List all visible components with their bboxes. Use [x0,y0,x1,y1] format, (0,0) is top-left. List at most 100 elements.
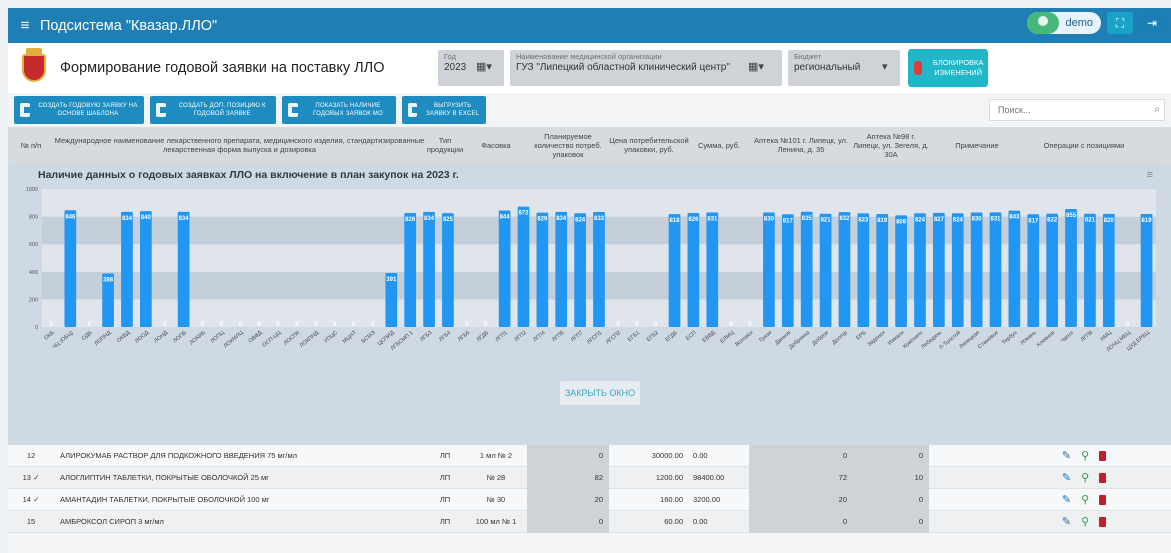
data-label: 833 [594,216,605,222]
cell-ops: ✎ ⚲ [1025,445,1143,467]
logout-button[interactable]: ⇥ [1139,12,1165,34]
cell-qty[interactable]: 0 [527,444,609,467]
fullscreen-button[interactable]: ⛶ [1107,12,1133,34]
cell-sum: 0.00 [693,517,708,526]
year-select[interactable]: Год 2023 ▦▾ [438,50,504,86]
cell-note[interactable] [929,445,1025,467]
add-position-button[interactable]: СОЗДАТЬ ДОП. ПОЗИЦИЮ К ГОДОВОЙ ЗАЯВКЕ [150,96,276,124]
bar [1084,213,1096,327]
data-label: 809 [896,219,907,225]
edit-pencil-icon[interactable]: ✎ [1062,471,1071,484]
search-icon[interactable]: ⌕ [1154,104,1160,115]
view-magnifier-icon[interactable]: ⚲ [1081,493,1089,506]
cell-apt2[interactable]: 0 [853,510,929,533]
col-num[interactable]: № п/п [8,141,54,150]
x-tick-label: ЛГП1 [495,330,509,343]
hand-stop-icon [914,61,923,75]
bar [64,210,77,327]
cell-note[interactable] [929,489,1025,511]
y-tick-label: 800 [29,215,38,221]
lock-changes-button[interactable]: БЛОКИРОВКА ИЗМЕНЕНИЙ [908,49,988,87]
col-qty[interactable]: Планируемое количество потреб. упаковок [527,132,609,159]
y-tick-label: 0 [35,325,38,331]
col-apt2[interactable]: Аптека №98 г. Липецк, ул. Зегеля, д. 30А [853,132,929,159]
table-row[interactable]: 13 ✓ АЛОГЛИПТИН ТАБЛЕТКИ, ПОКРЫТЫЕ ОБОЛО… [8,466,1171,489]
col-apt1[interactable]: Аптека №101 г. Липецк, ул. Ленина, д. 35 [749,136,853,154]
organization-select[interactable]: Наименование медицинской организации ГУЗ… [510,50,782,86]
show-mo-requests-button[interactable]: ПОКАЗАТЬ НАЛИЧИЕ ГОДОВЫХ ЗАЯВОК МО [282,96,396,124]
view-magnifier-icon[interactable]: ⚲ [1081,471,1089,484]
cell-apt1[interactable]: 72 [749,466,853,489]
bar [763,212,775,327]
col-sum[interactable]: Сумма, руб. [689,141,749,150]
cell-qty[interactable]: 82 [527,466,609,489]
cell-apt2[interactable]: 0 [853,444,929,467]
x-tick-label: ЛГП4 [532,330,546,343]
delete-trash-icon[interactable] [1099,450,1107,461]
cell-apt1[interactable]: 20 [749,488,853,511]
organization-value: ГУЗ "Липецкий областной клинический цент… [516,62,730,73]
bar [1027,214,1040,327]
lock-changes-label: БЛОКИРОВКА ИЗМЕНЕНИЙ [932,58,984,77]
edit-pencil-icon[interactable]: ✎ [1062,449,1071,462]
budget-select[interactable]: Бюджет региональный ▾ [788,50,900,86]
create-from-template-button[interactable]: СОЗДАТЬ ГОДОВУЮ ЗАЯВКУ НА ОСНОВЕ ШАБЛОНА [14,96,144,124]
col-price[interactable]: Цена потребительской упаковки, руб. [609,136,689,154]
data-label: 830 [972,216,983,222]
view-magnifier-icon[interactable]: ⚲ [1081,449,1089,462]
cell-apt2[interactable]: 10 [853,466,929,489]
close-window-button[interactable]: ЗАКРЫТЬ ОКНО [560,381,640,405]
bar [687,213,700,327]
cell-apt1[interactable]: 0 [749,444,853,467]
export-excel-button[interactable]: ВЫГРУЗИТЬ ЗАЯВКУ В EXCEL [402,96,486,124]
bar [895,215,907,327]
x-tick-label: Тербун [1001,330,1019,346]
bar [498,210,511,327]
table-row[interactable]: 12 АЛИРОКУМАБ РАСТВОР ДЛЯ ПОДКОЖНОГО ВВЕ… [8,444,1171,467]
col-name[interactable]: Международное наименование лекарственног… [54,136,425,154]
x-tick-label: МЦНТ [342,330,359,345]
data-label: 834 [424,216,435,222]
delete-trash-icon[interactable] [1099,516,1107,527]
data-label: 826 [405,217,416,223]
chart-title: Наличие данных о годовых заявках ЛЛО на … [38,169,459,181]
x-tick-label: ЛГП8 [1080,330,1094,343]
cell-price: 60.00 [664,517,683,526]
cell-apt1[interactable]: 0 [749,510,853,533]
data-label: 829 [537,217,548,223]
app-title: Подсистема "Квазар.ЛЛО" [40,17,218,34]
cell-ops: ✎ ⚲ [1025,489,1143,511]
x-tick-label: ЛГСП2 [605,330,622,346]
x-tick-label: Доброе [811,330,830,347]
search-input[interactable] [990,100,1140,120]
view-magnifier-icon[interactable]: ⚲ [1081,515,1089,528]
organization-label: Наименование медицинской организации [516,52,662,61]
cell-apt2[interactable]: 0 [853,488,929,511]
cell-sum: 98400.00 [693,473,725,482]
user-menu[interactable]: demo [1027,12,1101,34]
search-box: ⌕ [989,99,1165,121]
cell-note[interactable] [929,467,1025,489]
data-label: 821 [821,218,832,224]
delete-trash-icon[interactable] [1099,472,1107,483]
col-type[interactable]: Тип продукции [425,136,465,154]
edit-pencil-icon[interactable]: ✎ [1062,493,1071,506]
x-tick-label: ЛГБ3 [419,330,433,343]
chart-menu-icon[interactable]: ≡ [1147,169,1153,181]
data-label: 872 [518,211,529,217]
data-label: 834 [122,216,133,222]
hamburger-menu-icon[interactable]: ≡ [10,17,40,34]
cell-pack: 100 мл № 1 [475,517,517,526]
delete-trash-icon[interactable] [1099,494,1107,505]
cell-note[interactable] [929,511,1025,533]
cell-qty[interactable]: 20 [527,488,609,511]
col-pack[interactable]: Фасовка [465,141,527,150]
cell-name: АЛОГЛИПТИН ТАБЛЕТКИ, ПОКРЫТЫЕ ОБОЛОЧКОЙ … [60,473,269,482]
cell-qty[interactable]: 0 [527,510,609,533]
cell-type: ЛП [439,473,451,482]
table-row[interactable]: 15 АМБРОКСОЛ СИРОП 3 мг/мл ЛП 100 мл № 1… [8,510,1171,533]
table-row[interactable]: 14 ✓ АМАНТАДИН ТАБЛЕТКИ, ПОКРЫТЫЕ ОБОЛОЧ… [8,488,1171,511]
col-note[interactable]: Примечание [929,141,1025,150]
edit-pencil-icon[interactable]: ✎ [1062,515,1071,528]
cell-price: 30000.00 [651,451,683,460]
